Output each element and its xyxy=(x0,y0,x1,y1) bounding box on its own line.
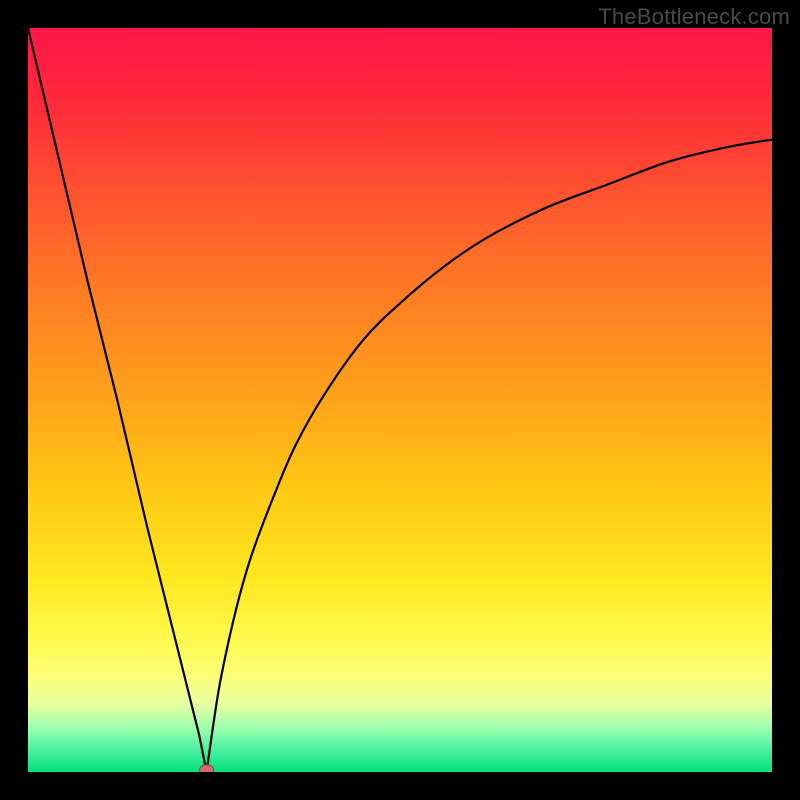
chart-frame: TheBottleneck.com xyxy=(0,0,800,800)
bottleneck-curve xyxy=(28,28,772,772)
watermark-text: TheBottleneck.com xyxy=(598,4,790,30)
chart-plot-area xyxy=(28,28,772,772)
optimum-marker xyxy=(200,765,214,772)
curve-path xyxy=(28,28,772,772)
